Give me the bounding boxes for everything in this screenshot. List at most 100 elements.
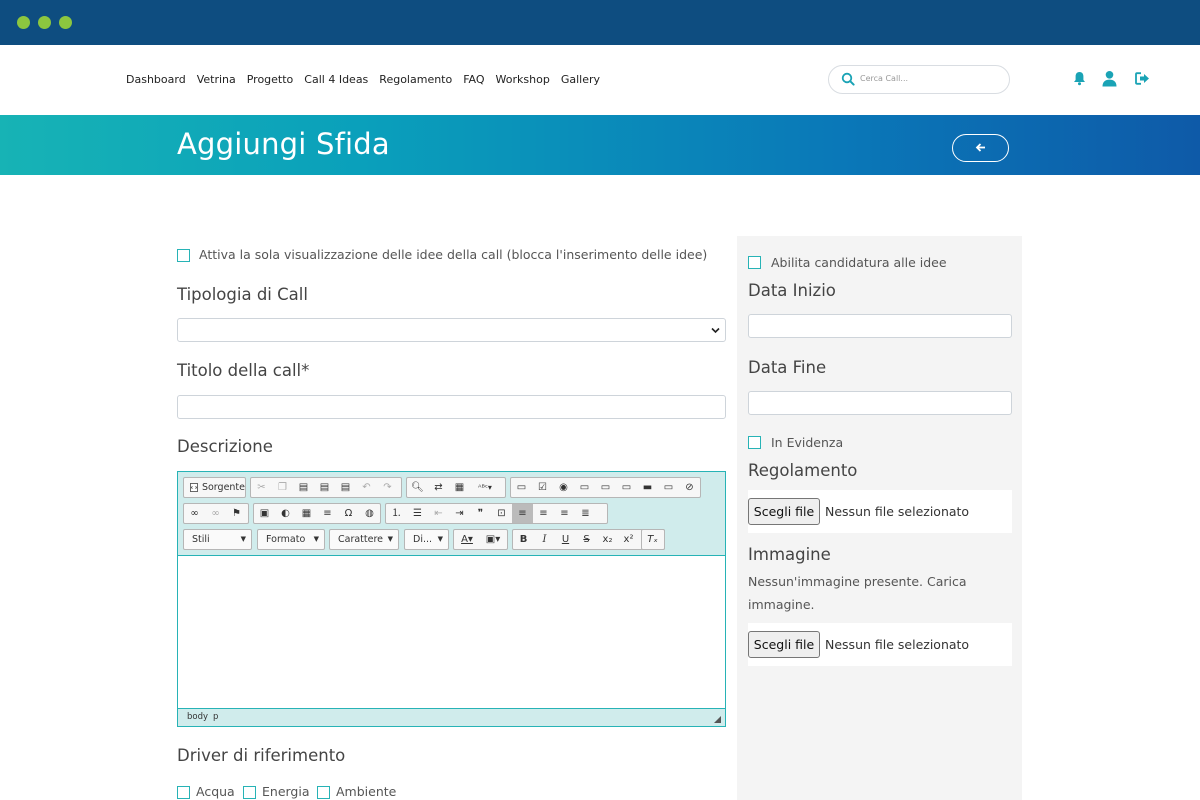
align-right-icon[interactable]: ≡ (554, 504, 575, 523)
select-all-icon[interactable]: ▦ (449, 478, 470, 497)
main-menu: Dashboard Vetrina Progetto Call 4 Ideas … (126, 73, 611, 86)
resize-handle-icon[interactable] (714, 716, 721, 723)
flash-icon[interactable]: ◐ (275, 504, 296, 523)
bulleted-list-icon[interactable]: ☰ (407, 504, 428, 523)
path-p[interactable]: p (213, 712, 218, 722)
format-dropdown[interactable]: Formato ▼ (257, 529, 325, 550)
iframe-globe-icon[interactable]: ◍ (359, 504, 380, 523)
subscript-icon[interactable]: x₂ (597, 530, 618, 549)
source-label: Sorgente (201, 482, 245, 493)
abilita-checkbox[interactable] (748, 256, 761, 269)
rich-text-editor: Sorgente ✂ ❐ ▤ ▤ ▤ ↶ ↷ 🔍︎ ⇄ ▦ ᴬᴮᶜ▾ ▭ ☑ ◉… (177, 471, 726, 727)
form-widgets-group: ▭ ☑ ◉ ▭ ▭ ▭ ▬ ▭ ⊘ (510, 477, 701, 498)
driver-label-ambiente: Ambiente (336, 784, 397, 799)
driver-checkbox-energia[interactable] (243, 786, 256, 799)
paragraph-group: ⒈ ☰ ⇤ ⇥ ❞ ⊡ ≡ ≡ ≡ ≣ (385, 503, 608, 524)
paste-word-icon[interactable]: ▤ (335, 478, 356, 497)
menu-item-progetto[interactable]: Progetto (247, 73, 294, 86)
align-left-icon[interactable]: ≡ (512, 504, 533, 523)
driver-checkbox-ambiente[interactable] (317, 786, 330, 799)
form-icon[interactable]: ▭ (511, 478, 532, 497)
paste-text-icon[interactable]: ▤ (314, 478, 335, 497)
evidenza-checkbox[interactable] (748, 436, 761, 449)
text-color-icon[interactable]: A▾ (454, 530, 480, 549)
align-center-icon[interactable]: ≡ (533, 504, 554, 523)
select-field-icon[interactable]: ▭ (616, 478, 637, 497)
hidden-field-icon[interactable]: ⊘ (679, 478, 700, 497)
cut-icon[interactable]: ✂ (251, 478, 272, 497)
anchor-flag-icon[interactable]: ⚑ (226, 504, 247, 523)
search-box[interactable]: Cerca Call... (828, 65, 1010, 94)
window-dot-2[interactable] (38, 16, 51, 29)
image-icon[interactable]: ▣ (254, 504, 275, 523)
replace-icon[interactable]: ⇄ (428, 478, 449, 497)
titolo-label: Titolo della call* (177, 361, 310, 380)
data-inizio-input[interactable] (748, 314, 1012, 338)
immagine-file-input: Scegli file Nessun file selezionato (748, 623, 1012, 666)
menu-item-gallery[interactable]: Gallery (561, 73, 600, 86)
menu-item-vetrina[interactable]: Vetrina (197, 73, 236, 86)
indent-icon[interactable]: ⇥ (449, 504, 470, 523)
source-icon (190, 483, 198, 492)
chevron-down-icon (711, 327, 720, 334)
menu-item-workshop[interactable]: Workshop (496, 73, 550, 86)
justify-icon[interactable]: ≣ (575, 504, 596, 523)
caret-down-icon: ▼ (437, 535, 443, 543)
path-body[interactable]: body (187, 712, 208, 722)
spellcheck-icon[interactable]: ᴬᴮᶜ▾ (470, 478, 500, 497)
regolamento-file-status: Nessun file selezionato (825, 504, 970, 519)
arrow-left-icon (975, 143, 985, 152)
copy-icon[interactable]: ❐ (272, 478, 293, 497)
logout-icon[interactable] (1135, 72, 1150, 85)
window-dot-3[interactable] (59, 16, 72, 29)
underline-icon[interactable]: U (555, 530, 576, 549)
unlink-icon[interactable]: ∞ (205, 504, 226, 523)
menu-item-regolamento[interactable]: Regolamento (379, 73, 452, 86)
image-button-icon[interactable]: ▭ (658, 478, 679, 497)
strikethrough-icon[interactable]: S (576, 530, 597, 549)
link-icon[interactable]: ∞ (184, 504, 205, 523)
textarea-icon[interactable]: ▭ (595, 478, 616, 497)
blockquote-icon[interactable]: ❞ (470, 504, 491, 523)
find-icon[interactable]: 🔍︎ (407, 478, 428, 497)
menu-item-faq[interactable]: FAQ (463, 73, 484, 86)
user-icon[interactable] (1102, 70, 1117, 87)
styles-dropdown[interactable]: Stili ▼ (183, 529, 252, 550)
search-input[interactable]: Cerca Call... (860, 74, 908, 83)
italic-icon[interactable]: I (534, 530, 555, 549)
source-button[interactable]: Sorgente (183, 477, 246, 498)
window-dot-1[interactable] (17, 16, 30, 29)
size-dropdown[interactable]: Di... ▼ (404, 529, 449, 550)
checkbox-icon[interactable]: ☑ (532, 478, 553, 497)
back-button[interactable] (952, 134, 1009, 162)
titolo-input[interactable] (177, 395, 726, 419)
div-container-icon[interactable]: ⊡ (491, 504, 512, 523)
undo-icon[interactable]: ↶ (356, 478, 377, 497)
horizontal-line-icon[interactable]: ≡ (317, 504, 338, 523)
driver-checkbox-acqua[interactable] (177, 786, 190, 799)
view-only-checkbox[interactable] (177, 249, 190, 262)
superscript-icon[interactable]: x² (618, 530, 639, 549)
tipologia-select[interactable] (177, 318, 726, 342)
redo-icon[interactable]: ↷ (377, 478, 398, 497)
font-dropdown[interactable]: Carattere ▼ (329, 529, 399, 550)
button-icon[interactable]: ▬ (637, 478, 658, 497)
remove-format-icon[interactable]: Tₓ (642, 530, 663, 549)
textfield-icon[interactable]: ▭ (574, 478, 595, 497)
paste-icon[interactable]: ▤ (293, 478, 314, 497)
special-char-icon[interactable]: Ω (338, 504, 359, 523)
menu-item-call4ideas[interactable]: Call 4 Ideas (304, 73, 368, 86)
view-only-label: Attiva la sola visualizzazione delle ide… (199, 247, 708, 262)
outdent-icon[interactable]: ⇤ (428, 504, 449, 523)
radio-icon[interactable]: ◉ (553, 478, 574, 497)
color-group: A▾ ▣▾ (453, 529, 508, 550)
data-fine-input[interactable] (748, 391, 1012, 415)
immagine-choose-file-button[interactable]: Scegli file (748, 631, 820, 658)
numbered-list-icon[interactable]: ⒈ (386, 504, 407, 523)
menu-item-dashboard[interactable]: Dashboard (126, 73, 186, 86)
regolamento-choose-file-button[interactable]: Scegli file (748, 498, 820, 525)
bold-icon[interactable]: B (513, 530, 534, 549)
bg-color-icon[interactable]: ▣▾ (480, 530, 506, 549)
table-icon[interactable]: ▦ (296, 504, 317, 523)
bell-icon[interactable] (1073, 71, 1086, 86)
